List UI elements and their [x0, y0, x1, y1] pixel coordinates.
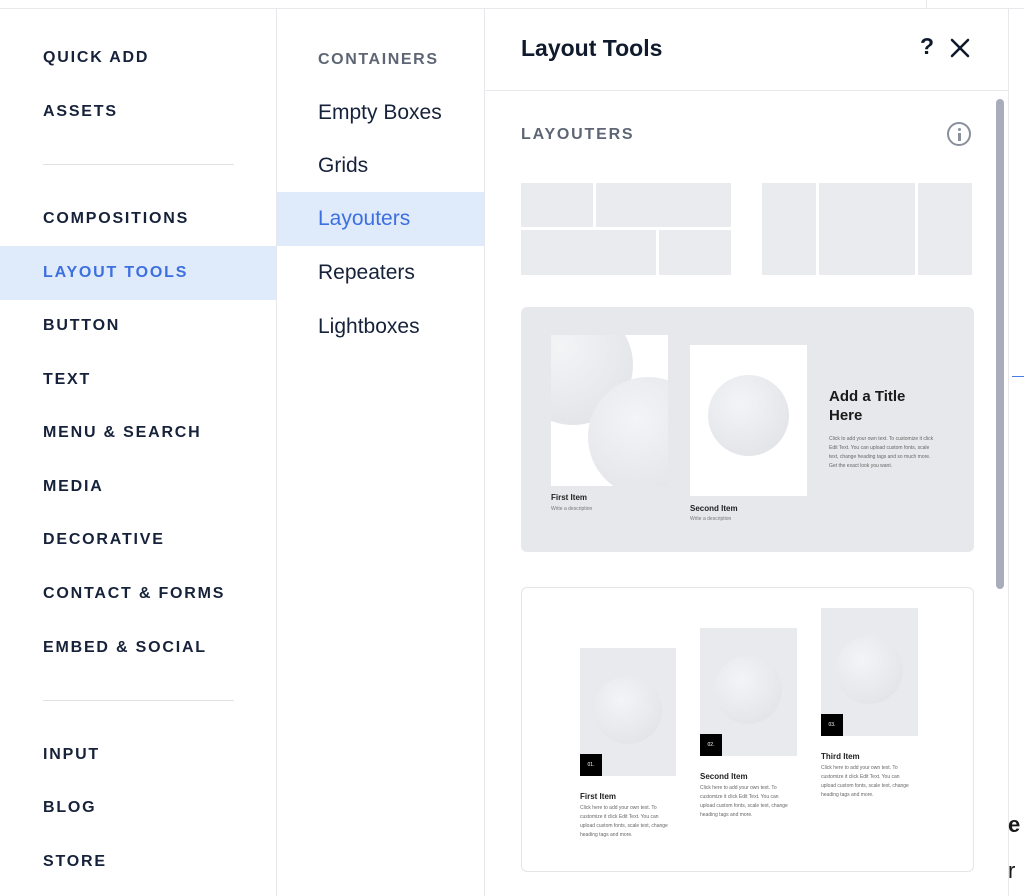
layout-tools-panel: Layout Tools ? LAYOUTERS First Item Writ… — [485, 9, 1009, 896]
add-panel-categories: QUICK ADD ASSETS COMPOSITIONS LAYOUT TOO… — [0, 9, 277, 896]
category-media[interactable]: MEDIA — [0, 460, 276, 514]
canvas-page-edge — [1009, 9, 1024, 896]
panel-title: Layout Tools — [521, 35, 663, 61]
category-store[interactable]: STORE — [0, 835, 276, 889]
scrollbar-thumb[interactable] — [996, 99, 1004, 589]
category-divider — [43, 164, 234, 165]
item-description: Write a description — [690, 516, 732, 522]
item-description: Click here to add your own text. To cust… — [700, 785, 788, 818]
category-divider — [43, 700, 234, 701]
layout-cell — [659, 230, 731, 275]
category-blog[interactable]: BLOG — [0, 781, 276, 835]
preset-title: Add a Title Here — [829, 388, 906, 424]
preset-body-text: Click to add your own text. To customize… — [829, 436, 934, 469]
layouter-preset-columns-b[interactable] — [762, 183, 972, 275]
category-quick-add[interactable]: QUICK ADD — [0, 31, 276, 85]
subcategory-repeaters[interactable]: Repeaters — [277, 246, 484, 300]
category-input[interactable]: INPUT — [0, 728, 276, 782]
section-label: LAYOUTERS — [521, 126, 635, 143]
canvas-text-fragment: r — [1008, 858, 1016, 883]
category-decorative[interactable]: DECORATIVE — [0, 513, 276, 567]
layouter-preset-three-items[interactable]: 01. First Item Click here to add your ow… — [521, 587, 974, 872]
item-description: Write a description — [551, 506, 593, 512]
layout-cell — [521, 230, 656, 275]
item-title: Second Item — [690, 504, 738, 513]
category-embed-social[interactable]: EMBED & SOCIAL — [0, 621, 276, 675]
toolbar-divider — [926, 0, 927, 9]
image-circle — [708, 375, 789, 456]
item-title: Second Item — [700, 772, 748, 781]
subcategory-empty-boxes[interactable]: Empty Boxes — [277, 86, 484, 140]
info-icon[interactable] — [947, 122, 971, 146]
layout-cell — [521, 183, 593, 227]
item-title: First Item — [580, 792, 617, 801]
canvas-guide-line — [1012, 376, 1024, 377]
layouter-preset-two-items[interactable]: First Item Write a description Second It… — [521, 307, 974, 552]
image-circle — [594, 676, 662, 744]
item-title: Third Item — [821, 752, 860, 761]
layouter-preset-grid-a[interactable] — [521, 183, 732, 275]
canvas-text-fragment: e — [1008, 812, 1021, 837]
category-button[interactable]: BUTTON — [0, 299, 276, 353]
close-icon[interactable] — [949, 37, 971, 59]
category-menu-search[interactable]: MENU & SEARCH — [0, 406, 276, 460]
category-layout-tools[interactable]: LAYOUT TOOLS — [0, 246, 276, 300]
item-description: Click here to add your own text. To cust… — [580, 805, 668, 838]
layout-cell — [819, 183, 915, 275]
item-number-badge: 02. — [700, 734, 722, 756]
subcategory-list: CONTAINERS Empty Boxes Grids Layouters R… — [277, 9, 485, 896]
layout-cell — [596, 183, 731, 227]
category-compositions[interactable]: COMPOSITIONS — [0, 192, 276, 246]
layout-cell — [762, 183, 816, 275]
subcategory-header: CONTAINERS — [318, 51, 439, 68]
item-number-badge: 03. — [821, 714, 843, 736]
item-image — [690, 345, 807, 496]
item-title: First Item — [551, 493, 588, 502]
item-number-badge: 01. — [580, 754, 602, 776]
category-contact-forms[interactable]: CONTACT & FORMS — [0, 567, 276, 621]
close-icon-glyph — [950, 38, 970, 58]
panel-header: Layout Tools ? — [485, 9, 1009, 91]
image-circle — [714, 656, 782, 724]
category-text[interactable]: TEXT — [0, 353, 276, 407]
image-circle — [835, 636, 903, 704]
subcategory-lightboxes[interactable]: Lightboxes — [277, 300, 484, 354]
item-image — [551, 335, 668, 486]
category-assets[interactable]: ASSETS — [0, 85, 276, 139]
item-description: Click here to add your own text. To cust… — [821, 765, 909, 798]
subcategory-grids[interactable]: Grids — [277, 139, 484, 193]
subcategory-layouters[interactable]: Layouters — [277, 192, 484, 246]
help-button[interactable]: ? — [917, 33, 937, 63]
layout-cell — [918, 183, 972, 275]
